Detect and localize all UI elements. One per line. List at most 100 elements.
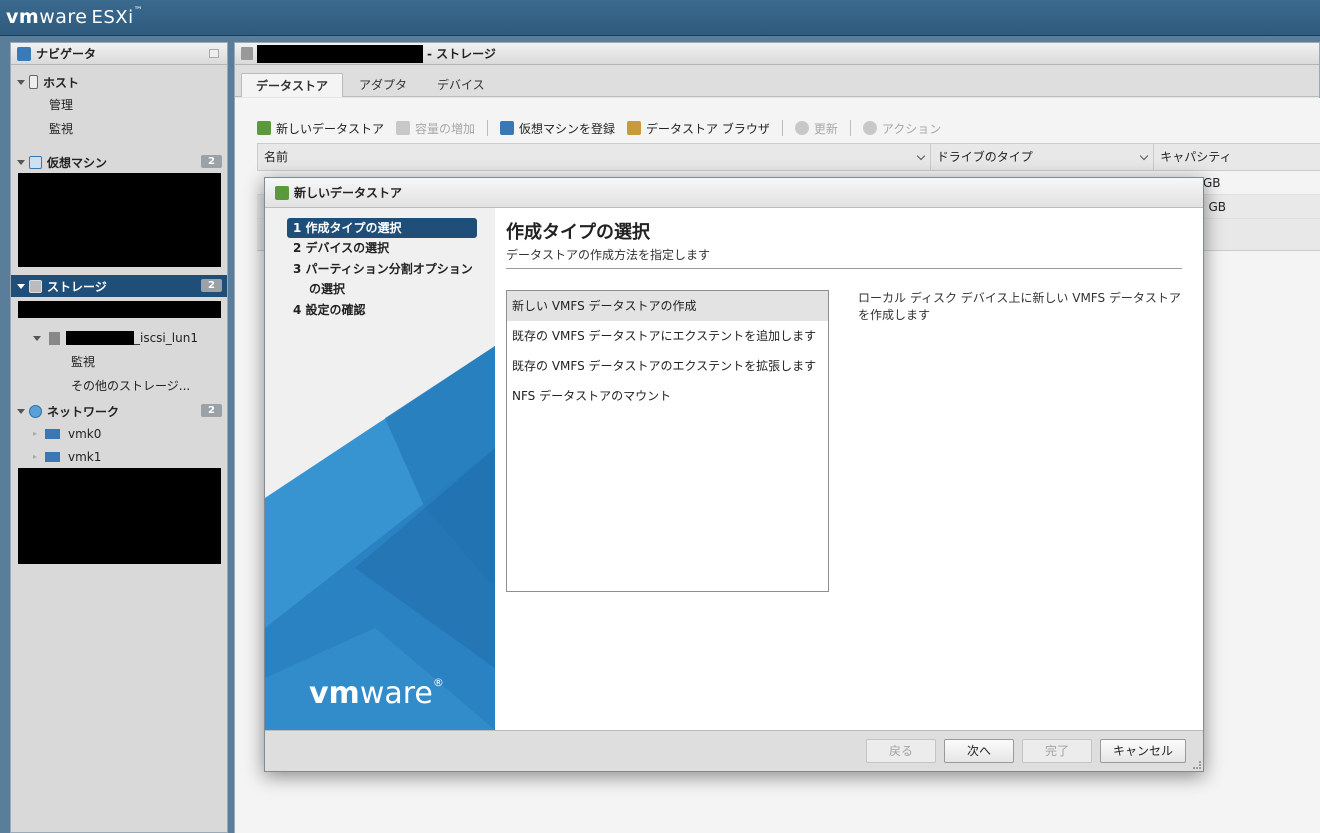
option-description: ローカル ディスク デバイス上に新しい VMFS データストアを作成します	[858, 291, 1181, 322]
nav-vms[interactable]: 仮想マシン 2	[11, 151, 227, 173]
nav-network[interactable]: ネットワーク 2	[11, 400, 227, 422]
actions-button[interactable]: アクション	[862, 120, 942, 137]
dialog-title: 新しいデータストア	[294, 186, 403, 200]
expand-icon[interactable]	[33, 335, 41, 341]
nav-network-label: ネットワーク	[47, 404, 120, 419]
creation-type-list[interactable]: 新しい VMFS データストアの作成 既存の VMFS データストアにエクステン…	[506, 290, 829, 592]
cancel-button[interactable]: キャンセル	[1100, 739, 1186, 763]
option-expand-extent[interactable]: 既存の VMFS データストアのエクステントを拡張します	[507, 351, 828, 381]
column-name-label: 名前	[264, 150, 289, 164]
toolbar-separator	[781, 120, 783, 136]
actions-label: アクション	[881, 121, 942, 136]
step-2[interactable]: 2 デバイスの選択	[287, 238, 477, 258]
toolbar: 新しいデータストア 容量の増加 仮想マシンを登録 データストア ブラウザ 更新 …	[257, 118, 953, 138]
navigator-icon	[17, 46, 31, 61]
tab-adapters[interactable]: アダプタ	[345, 73, 421, 97]
step-3[interactable]: 3 パーティション分割オプション	[287, 259, 477, 279]
gear-icon	[862, 121, 877, 135]
expand-icon[interactable]	[17, 283, 25, 289]
toolbar-separator	[487, 120, 489, 136]
vmware-logo: vmware®	[309, 676, 444, 711]
navigator-header: ナビゲータ	[11, 43, 227, 65]
datastore-browser-button[interactable]: データストア ブラウザ	[627, 120, 770, 137]
network-count-badge: 2	[201, 404, 222, 417]
wizard-pane: 作成タイプの選択 データストアの作成方法を指定します 新しい VMFS データス…	[495, 208, 1203, 730]
register-vm-icon	[500, 121, 515, 135]
finish-button[interactable]: 完了	[1022, 739, 1092, 763]
nav-vmk0-label: vmk0	[68, 427, 102, 441]
collapse-icon[interactable]	[209, 49, 219, 58]
column-drive-type[interactable]: ドライブのタイプ	[931, 144, 1155, 170]
nic-icon	[45, 452, 61, 462]
redacted-storage-item	[18, 301, 221, 318]
new-datastore-icon	[257, 121, 271, 135]
divider	[506, 268, 1182, 269]
navigator-title: ナビゲータ	[36, 47, 97, 61]
expand-icon[interactable]	[17, 408, 25, 414]
nav-host[interactable]: ホスト	[11, 71, 227, 93]
new-datastore-dialog: 新しいデータストア 1 作成タイプの選択 2 デバイスの選択 3 パーティション…	[264, 177, 1204, 772]
tab-devices[interactable]: デバイス	[423, 73, 499, 97]
refresh-button[interactable]: 更新	[794, 120, 838, 137]
nav-vmk0[interactable]: ▸ vmk0	[11, 422, 227, 446]
dialog-footer: 戻る 次へ 完了 キャンセル	[265, 730, 1203, 771]
option-add-extent[interactable]: 既存の VMFS データストアにエクステントを追加します	[507, 321, 828, 351]
nic-icon	[45, 429, 61, 439]
nav-host-label: ホスト	[43, 75, 80, 90]
nav-vmk1[interactable]: ▸ vmk1	[11, 446, 227, 468]
column-capacity[interactable]: キャパシティ	[1154, 144, 1320, 170]
step-1[interactable]: 1 作成タイプの選択	[287, 218, 477, 238]
nav-datastore-item[interactable]: _iscsi_lun1	[11, 326, 227, 350]
datastore-icon	[49, 331, 60, 345]
option-new-vmfs[interactable]: 新しい VMFS データストアの作成	[507, 291, 828, 321]
redacted-vm-list	[18, 173, 221, 267]
dialog-title-bar: 新しいデータストア	[265, 178, 1203, 208]
vms-count-badge: 2	[201, 155, 222, 168]
nav-vmk1-label: vmk1	[68, 450, 102, 464]
tab-datastores[interactable]: データストア	[241, 73, 344, 97]
redacted-datastore-name	[66, 331, 134, 345]
datastore-browser-label: データストア ブラウザ	[646, 121, 770, 136]
nav-storage-more[interactable]: その他のストレージ...	[11, 374, 227, 398]
nav-storage-monitor[interactable]: 監視	[11, 350, 227, 374]
navigator-panel: ナビゲータ ホスト 管理 監視 仮想マシン 2 ストレージ 2 _iscsi_l…	[10, 42, 228, 833]
expand-icon[interactable]: ▸	[33, 445, 37, 469]
vm-icon	[29, 155, 42, 169]
step-3-cont: の選択	[309, 282, 346, 296]
datastore-name-suffix: _iscsi_lun1	[134, 331, 198, 345]
redacted-network-list	[18, 468, 221, 564]
column-capacity-label: キャパシティ	[1160, 150, 1232, 164]
main-header: - ストレージ	[235, 43, 1319, 65]
tab-bar: データストア アダプタ デバイス	[235, 65, 1319, 97]
toolbar-separator	[849, 120, 851, 136]
pane-subtitle: データストアの作成方法を指定します	[506, 248, 711, 262]
expand-icon[interactable]	[17, 159, 25, 165]
refresh-icon	[794, 121, 809, 135]
nav-vms-label: 仮想マシン	[47, 155, 108, 170]
new-datastore-button[interactable]: 新しいデータストア	[257, 120, 384, 137]
increase-capacity-label: 容量の増加	[415, 121, 476, 136]
register-vm-label: 仮想マシンを登録	[519, 121, 616, 136]
host-icon	[29, 75, 38, 89]
next-button[interactable]: 次へ	[944, 739, 1014, 763]
vmware-esxi-logo: vmware ESXi™	[6, 6, 144, 28]
column-drive-type-label: ドライブのタイプ	[936, 150, 1033, 164]
chevron-down-icon[interactable]	[916, 151, 925, 161]
nav-storage[interactable]: ストレージ 2	[11, 275, 227, 297]
new-datastore-icon	[275, 185, 289, 200]
back-button[interactable]: 戻る	[866, 739, 936, 763]
register-vm-button[interactable]: 仮想マシンを登録	[500, 120, 615, 137]
expand-icon[interactable]: ▸	[33, 422, 37, 446]
nav-host-monitor[interactable]: 監視	[11, 117, 227, 141]
option-mount-nfs[interactable]: NFS データストアのマウント	[507, 381, 828, 411]
nav-host-manage[interactable]: 管理	[11, 93, 227, 117]
expand-icon[interactable]	[17, 79, 25, 85]
column-name[interactable]: 名前	[258, 144, 931, 170]
table-header: 名前 ドライブのタイプ キャパシティ	[257, 143, 1320, 171]
step-4[interactable]: 4 設定の確認	[287, 300, 477, 320]
chevron-down-icon[interactable]	[1140, 151, 1149, 161]
capacity-cell: GB	[1203, 176, 1221, 190]
increase-capacity-button[interactable]: 容量の増加	[396, 120, 475, 137]
increase-capacity-icon	[396, 121, 411, 135]
resize-handle[interactable]	[1193, 761, 1201, 769]
